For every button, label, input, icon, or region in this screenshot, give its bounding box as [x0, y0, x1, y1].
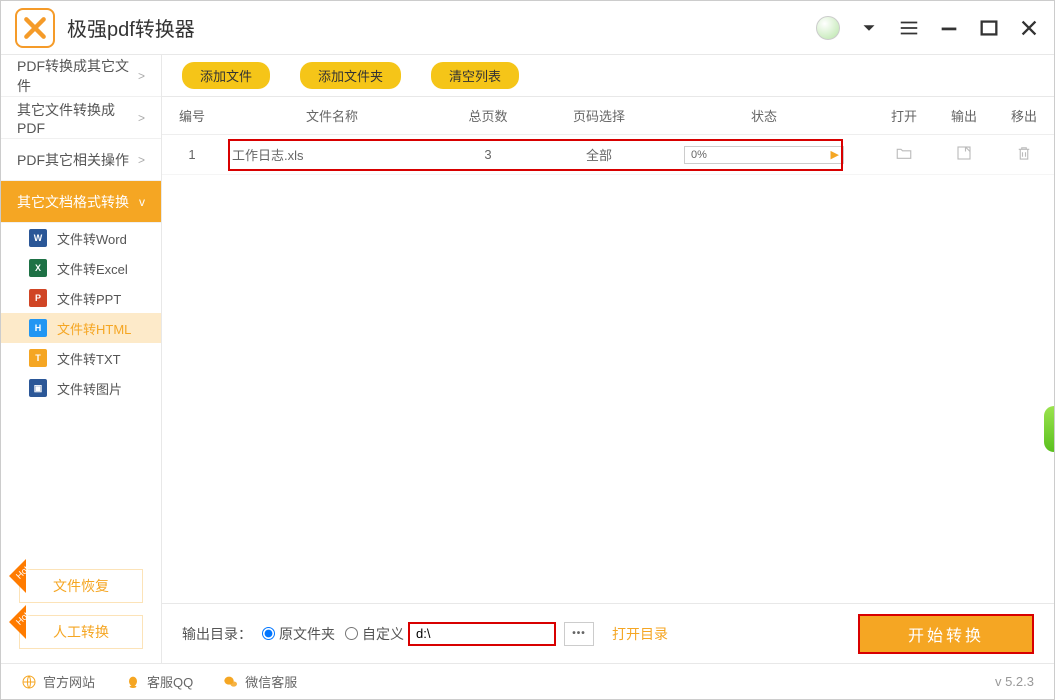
hot-badge: Hot [9, 559, 43, 593]
cell-status: 0% ▶ [654, 146, 874, 164]
header-open: 打开 [874, 106, 934, 125]
table-row[interactable]: 1 工作日志.xls 3 全部 0% ▶ [162, 135, 1054, 175]
chevron-down-icon: v [139, 195, 145, 209]
header-remove: 移出 [994, 106, 1054, 125]
app-logo [15, 8, 55, 48]
button-label: 人工转换 [53, 622, 109, 642]
progress-text: 0% [691, 149, 707, 161]
output-label: 输出目录： [182, 624, 252, 644]
ppt-icon: P [29, 289, 47, 307]
manual-convert-button[interactable]: Hot 人工转换 [19, 615, 143, 649]
start-convert-button[interactable]: 开始转换 [858, 614, 1034, 654]
sidebar-item-image[interactable]: ▣ 文件转图片 [1, 373, 161, 403]
chevron-right-icon: > [138, 69, 145, 83]
cell-name: 工作日志.xls [222, 145, 432, 164]
sidebar-item-label: 文件转HTML [57, 319, 131, 338]
footer-website[interactable]: 官方网站 [21, 672, 95, 691]
sidebar-item-label: 文件转Word [57, 229, 127, 248]
output-icon[interactable] [955, 144, 973, 162]
sidebar-item-label: 文件转PPT [57, 289, 121, 308]
sidebar-section-label: 其它文档格式转换 [17, 192, 129, 212]
sidebar-section-pdf-ops[interactable]: PDF其它相关操作 > [1, 139, 161, 181]
progress-bar[interactable]: 0% ▶ [684, 146, 844, 164]
play-icon: ▶ [831, 148, 839, 161]
sidebar-item-label: 文件转Excel [57, 259, 128, 278]
sidebar-item-excel[interactable]: X 文件转Excel [1, 253, 161, 283]
footer-qq[interactable]: 客服QQ [125, 672, 193, 691]
header-num: 编号 [162, 106, 222, 125]
radio-original[interactable] [262, 627, 275, 640]
header-name: 文件名称 [222, 106, 432, 125]
clear-list-button[interactable]: 清空列表 [431, 62, 519, 89]
add-folder-button[interactable]: 添加文件夹 [300, 62, 401, 89]
radio-original-label: 原文件夹 [279, 624, 335, 644]
cell-select[interactable]: 全部 [544, 145, 654, 164]
header-status: 状态 [654, 106, 874, 125]
app-title: 极强pdf转换器 [67, 13, 195, 42]
wechat-icon [223, 674, 239, 690]
sidebar-item-html[interactable]: H 文件转HTML [1, 313, 161, 343]
footer: 官方网站 客服QQ 微信客服 v 5.2.3 [1, 663, 1054, 699]
cell-pages: 3 [432, 147, 544, 162]
header-output: 输出 [934, 106, 994, 125]
globe-icon [21, 674, 37, 690]
txt-icon: T [29, 349, 47, 367]
browse-button[interactable]: ••• [564, 622, 594, 646]
version-label: v 5.2.3 [995, 674, 1034, 689]
image-icon: ▣ [29, 379, 47, 397]
sidebar-item-label: 文件转图片 [57, 379, 122, 398]
header-pages: 总页数 [432, 106, 544, 125]
close-icon[interactable] [1018, 17, 1040, 39]
hot-badge: Hot [9, 605, 43, 639]
trash-icon[interactable] [1015, 144, 1033, 162]
chevron-right-icon: > [138, 153, 145, 167]
sidebar-section-label: 其它文件转换成PDF [17, 100, 138, 136]
footer-wechat[interactable]: 微信客服 [223, 672, 297, 691]
word-icon: W [29, 229, 47, 247]
radio-custom[interactable] [345, 627, 358, 640]
table-header: 编号 文件名称 总页数 页码选择 状态 打开 输出 移出 [162, 97, 1054, 135]
button-label: 文件恢复 [53, 576, 109, 596]
sidebar-item-label: 文件转TXT [57, 349, 121, 368]
open-folder-icon[interactable] [895, 144, 913, 162]
sidebar-section-other-format[interactable]: 其它文档格式转换 v [1, 181, 161, 223]
side-handle[interactable] [1044, 406, 1054, 452]
sidebar: PDF转换成其它文件 > 其它文件转换成PDF > PDF其它相关操作 > 其它… [1, 55, 162, 663]
output-path-input[interactable] [408, 622, 556, 646]
sidebar-item-txt[interactable]: T 文件转TXT [1, 343, 161, 373]
file-restore-button[interactable]: Hot 文件恢复 [19, 569, 143, 603]
radio-custom-label: 自定义 [362, 624, 404, 644]
sidebar-item-ppt[interactable]: P 文件转PPT [1, 283, 161, 313]
chevron-right-icon: > [138, 111, 145, 125]
title-bar: 极强pdf转换器 [1, 1, 1054, 55]
dropdown-icon[interactable] [858, 17, 880, 39]
open-dir-link[interactable]: 打开目录 [612, 624, 668, 644]
header-select: 页码选择 [544, 106, 654, 125]
menu-icon[interactable] [898, 17, 920, 39]
sidebar-section-other-to-pdf[interactable]: 其它文件转换成PDF > [1, 97, 161, 139]
file-table: 编号 文件名称 总页数 页码选择 状态 打开 输出 移出 1 工作日志.xls … [162, 97, 1054, 603]
cell-num: 1 [162, 147, 222, 162]
content-area: 添加文件 添加文件夹 清空列表 编号 文件名称 总页数 页码选择 状态 打开 输… [162, 55, 1054, 663]
sidebar-item-word[interactable]: W 文件转Word [1, 223, 161, 253]
excel-icon: X [29, 259, 47, 277]
footer-label: 官方网站 [43, 672, 95, 691]
qq-icon [125, 674, 141, 690]
avatar[interactable] [816, 16, 840, 40]
footer-label: 微信客服 [245, 672, 297, 691]
html-icon: H [29, 319, 47, 337]
sidebar-section-label: PDF其它相关操作 [17, 150, 129, 170]
footer-label: 客服QQ [147, 672, 193, 691]
toolbar: 添加文件 添加文件夹 清空列表 [162, 55, 1054, 97]
maximize-icon[interactable] [978, 17, 1000, 39]
minimize-icon[interactable] [938, 17, 960, 39]
output-bar: 输出目录： 原文件夹 自定义 ••• 打开目录 开始转换 [162, 603, 1054, 663]
add-file-button[interactable]: 添加文件 [182, 62, 270, 89]
sidebar-section-pdf-to-other[interactable]: PDF转换成其它文件 > [1, 55, 161, 97]
sidebar-section-label: PDF转换成其它文件 [17, 56, 138, 96]
